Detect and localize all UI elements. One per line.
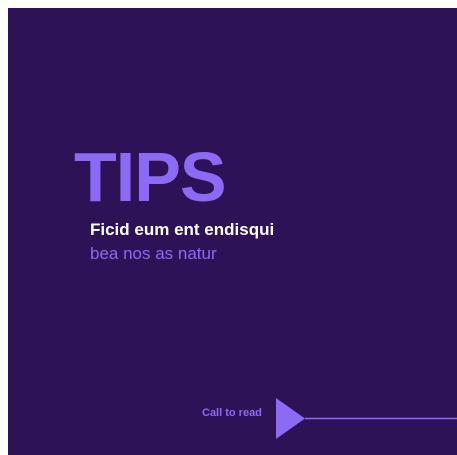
call-to-read-label: Call to read — [202, 407, 262, 419]
tips-card: TIPS Ficid eum ent endisqui bea nos as n… — [8, 8, 457, 455]
subtitle-line-2: bea nos as natur — [90, 244, 217, 263]
arrow-right-icon — [276, 398, 457, 439]
call-to-read-link[interactable]: Call to read — [8, 390, 457, 440]
heading: TIPS — [74, 138, 227, 216]
subtitle-line-1: Ficid eum ent endisqui — [90, 220, 275, 239]
